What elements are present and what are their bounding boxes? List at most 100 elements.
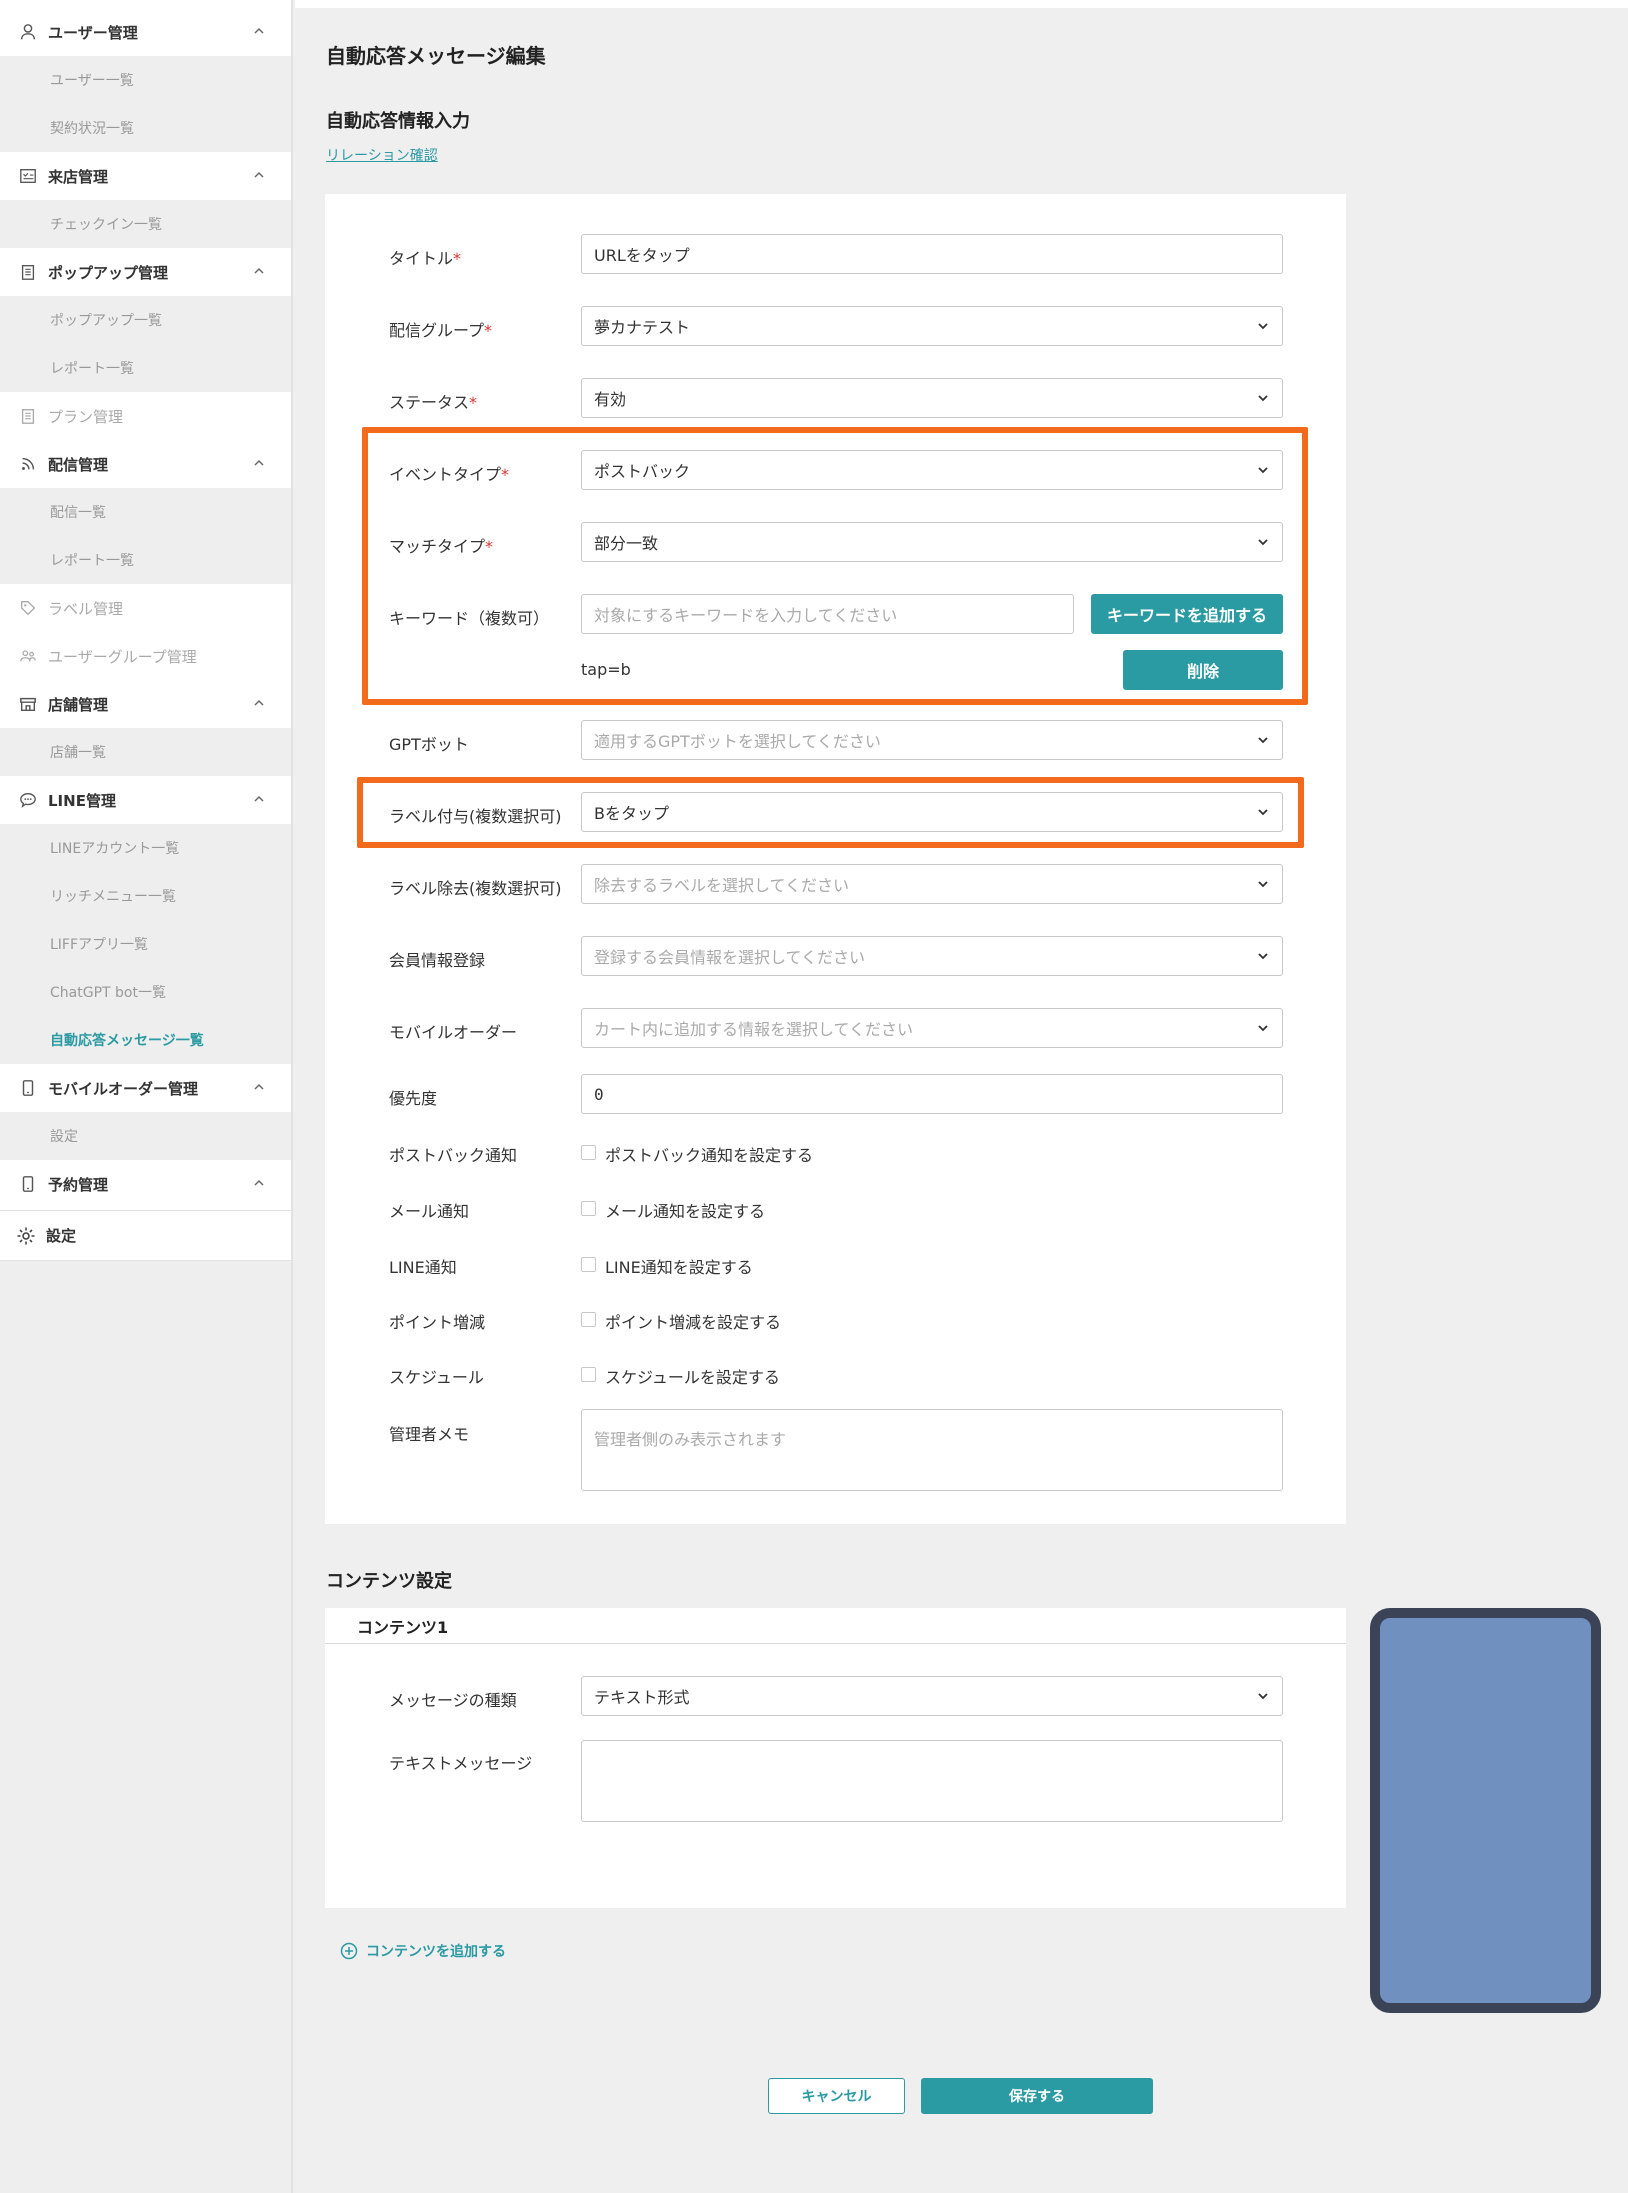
label-remove-label: ラベル除去(複数選択可)	[389, 879, 562, 898]
priority-input[interactable]: 0	[581, 1074, 1283, 1114]
add-content-button[interactable]: コンテンツを追加する	[340, 1941, 506, 1961]
sidebar-item-delivery-list[interactable]: 配信一覧	[0, 488, 291, 536]
sidebar-section-label-mgmt[interactable]: ラベル管理	[0, 584, 291, 632]
sidebar-section-user-mgmt[interactable]: ユーザー管理	[0, 8, 291, 56]
content-header: コンテンツ1	[325, 1608, 1346, 1644]
sidebar-item-liff-app-list[interactable]: LIFFアプリ一覧	[0, 920, 291, 968]
chat-bubble-icon	[18, 790, 38, 810]
gpt-bot-label: GPTボット	[389, 735, 469, 754]
sidebar-section-reservation-mgmt[interactable]: 予約管理	[0, 1160, 291, 1208]
sidebar-section-label: プラン管理	[48, 407, 124, 426]
status-select[interactable]: 有効	[581, 378, 1283, 418]
schedule-checkbox[interactable]	[581, 1367, 596, 1382]
clipboard-icon	[18, 262, 38, 282]
label-remove-select[interactable]: 除去するラベルを選択してください	[581, 864, 1283, 904]
message-type-label: メッセージの種類	[389, 1691, 517, 1710]
sidebar-section-usergroup-mgmt[interactable]: ユーザーグループ管理	[0, 632, 291, 680]
page-title: 自動応答メッセージ編集	[326, 44, 546, 68]
chevron-down-icon	[1258, 881, 1268, 888]
postback-notify-checkbox[interactable]	[581, 1145, 596, 1160]
sidebar-section-label: モバイルオーダー管理	[48, 1079, 199, 1098]
chevron-down-icon	[1258, 323, 1268, 330]
chevron-down-icon	[1258, 395, 1268, 402]
title-label: タイトル*	[389, 249, 462, 268]
sidebar-section-line-mgmt[interactable]: LINE管理	[0, 776, 291, 824]
schedule-check-label[interactable]: スケジュールを設定する	[605, 1364, 780, 1388]
chevron-down-icon	[1258, 953, 1268, 960]
chevron-up-icon[interactable]	[251, 263, 267, 279]
content-section-title: コンテンツ設定	[326, 1571, 452, 1592]
sidebar-section-label: 配信管理	[48, 455, 109, 474]
chevron-up-icon[interactable]	[251, 23, 267, 39]
sidebar-top-strip	[0, 0, 291, 8]
sidebar-item-checkin-list[interactable]: チェックイン一覧	[0, 200, 291, 248]
sidebar-item-popup-report-list[interactable]: レポート一覧	[0, 344, 291, 392]
sidebar-item-mobile-order-settings[interactable]: 設定	[0, 1112, 291, 1160]
auto-reply-form-card: タイトル* URLをタップ 配信グループ* 夢カナテスト ステータス* 有効 イ…	[325, 194, 1346, 1524]
sidebar: ユーザー管理 ユーザー一覧 契約状況一覧 来店管理 チェックイン一覧 ポップアッ…	[0, 0, 293, 2193]
smartphone-icon	[18, 1078, 38, 1098]
sidebar-item-user-list[interactable]: ユーザー一覧	[0, 56, 291, 104]
chevron-up-icon[interactable]	[251, 1079, 267, 1095]
admin-memo-textarea[interactable]: 管理者側のみ表示されます	[581, 1409, 1283, 1491]
info-section-title: 自動応答情報入力	[326, 111, 470, 132]
chevron-up-icon[interactable]	[251, 167, 267, 183]
message-type-select[interactable]: テキスト形式	[581, 1676, 1283, 1716]
sidebar-section-label: ユーザーグループ管理	[48, 647, 197, 666]
sidebar-item-line-account-list[interactable]: LINEアカウント一覧	[0, 824, 291, 872]
member-info-select[interactable]: 登録する会員情報を選択してください	[581, 936, 1283, 976]
gpt-bot-select[interactable]: 適用するGPTボットを選択してください	[581, 720, 1283, 760]
sidebar-item-contract-status[interactable]: 契約状況一覧	[0, 104, 291, 152]
chevron-up-icon[interactable]	[251, 1175, 267, 1191]
status-label: ステータス*	[389, 393, 478, 412]
mobile-order-select[interactable]: カート内に追加する情報を選択してください	[581, 1008, 1283, 1048]
sidebar-item-chatgpt-bot-list[interactable]: ChatGPT bot一覧	[0, 968, 291, 1016]
sidebar-section-mobile-order-mgmt[interactable]: モバイルオーダー管理	[0, 1064, 291, 1112]
sidebar-item-store-list[interactable]: 店舗一覧	[0, 728, 291, 776]
sidebar-item-auto-reply-list[interactable]: 自動応答メッセージ一覧	[0, 1016, 291, 1064]
sidebar-section-label: 予約管理	[48, 1175, 109, 1194]
chevron-up-icon[interactable]	[251, 695, 267, 711]
mail-notify-checkbox[interactable]	[581, 1201, 596, 1216]
point-checkbox[interactable]	[581, 1312, 596, 1327]
sidebar-section-store-mgmt[interactable]: 店舗管理	[0, 680, 291, 728]
line-notify-label: LINE通知	[389, 1258, 457, 1277]
group-select[interactable]: 夢カナテスト	[581, 306, 1283, 346]
highlight-box-event-keyword	[362, 427, 1308, 705]
point-check-label[interactable]: ポイント増減を設定する	[605, 1309, 781, 1333]
user-icon	[18, 22, 38, 42]
chevron-up-icon[interactable]	[251, 791, 267, 807]
priority-label: 優先度	[389, 1089, 438, 1108]
checklist-icon	[18, 166, 38, 186]
tag-icon	[18, 598, 38, 618]
text-message-textarea[interactable]	[581, 1740, 1283, 1822]
sidebar-section-label: 店舗管理	[48, 695, 109, 714]
sidebar-section-plan-mgmt[interactable]: プラン管理	[0, 392, 291, 440]
top-strip	[295, 0, 1628, 8]
phone-preview	[1370, 1608, 1601, 2013]
content-card: コンテンツ1 メッセージの種類 テキスト形式 テキストメッセージ	[325, 1608, 1346, 1908]
chevron-up-icon[interactable]	[251, 455, 267, 471]
gear-icon	[16, 1226, 36, 1246]
save-button[interactable]: 保存する	[921, 2078, 1153, 2114]
sidebar-item-popup-list[interactable]: ポップアップ一覧	[0, 296, 291, 344]
schedule-label: スケジュール	[389, 1368, 484, 1387]
postback-notify-check-label[interactable]: ポストバック通知を設定する	[605, 1142, 813, 1166]
sidebar-section-visit-mgmt[interactable]: 来店管理	[0, 152, 291, 200]
relation-check-link[interactable]: リレーション確認	[326, 145, 438, 165]
group-label: 配信グループ*	[389, 321, 493, 340]
mail-notify-check-label[interactable]: メール通知を設定する	[605, 1198, 765, 1222]
sidebar-section-label: LINE管理	[48, 791, 116, 810]
line-notify-check-label[interactable]: LINE通知を設定する	[605, 1254, 753, 1278]
sidebar-item-rich-menu-list[interactable]: リッチメニュー一覧	[0, 872, 291, 920]
chevron-down-icon	[1258, 1693, 1268, 1700]
line-notify-checkbox[interactable]	[581, 1257, 596, 1272]
sidebar-item-settings[interactable]: 設定	[0, 1211, 291, 1261]
text-message-label: テキストメッセージ	[389, 1754, 533, 1773]
sidebar-section-label: ラベル管理	[48, 599, 124, 618]
title-input[interactable]: URLをタップ	[581, 234, 1283, 274]
cancel-button[interactable]: キャンセル	[768, 2078, 905, 2114]
sidebar-item-delivery-report-list[interactable]: レポート一覧	[0, 536, 291, 584]
sidebar-section-popup-mgmt[interactable]: ポップアップ管理	[0, 248, 291, 296]
sidebar-section-delivery-mgmt[interactable]: 配信管理	[0, 440, 291, 488]
